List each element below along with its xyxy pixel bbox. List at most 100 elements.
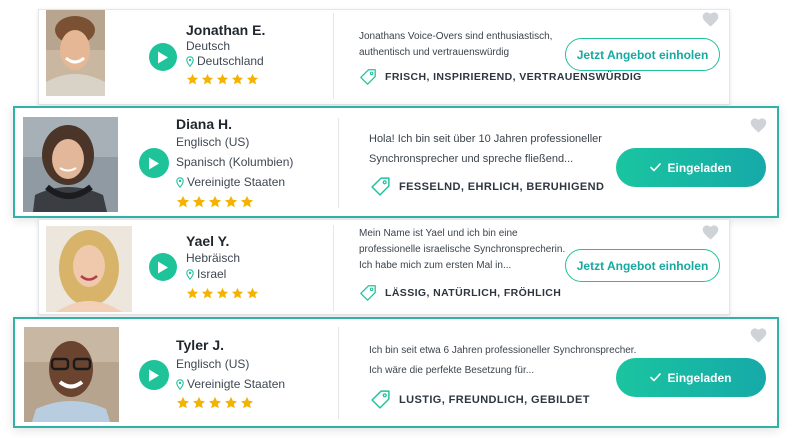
description-line: Jonathans Voice-Overs sind enthusiastisc…	[359, 31, 553, 42]
artist-language: Spanisch (Kolumbien)	[176, 155, 294, 169]
divider	[333, 225, 334, 311]
artist-name: Yael Y.	[186, 233, 230, 249]
location-pin-icon	[186, 55, 194, 67]
tag-icon	[371, 390, 390, 409]
divider	[338, 118, 339, 208]
artist-location: Israel	[186, 267, 226, 281]
location-label: Vereinigte Staaten	[187, 377, 286, 391]
invited-button[interactable]: Eingeladen	[616, 148, 766, 187]
avatar	[24, 327, 119, 422]
star-icon	[224, 195, 238, 208]
artist-description: Mein Name ist Yael und ich bin eine prof…	[359, 226, 565, 274]
star-icon	[231, 287, 244, 299]
star-icon	[186, 73, 199, 85]
artist-location: Vereinigte Staaten	[176, 377, 285, 391]
artist-language: Deutsch	[186, 39, 231, 53]
star-icon	[216, 73, 229, 85]
artist-card[interactable]: Yael Y. Hebräisch Israel Mein Name ist Y…	[38, 219, 730, 315]
request-quote-button[interactable]: Jetzt Angebot einholen	[565, 249, 720, 282]
star-icon	[208, 396, 222, 409]
description-line: Ich habe mich zum ersten Mal in...	[359, 260, 512, 271]
star-rating	[186, 73, 259, 86]
play-icon	[158, 51, 168, 63]
artist-description: Ich bin seit etwa 6 Jahren professionell…	[369, 341, 636, 381]
artist-location: Deutschland	[186, 54, 264, 68]
artist-card[interactable]: Tyler J. Englisch (US) Vereinigte Staate…	[13, 317, 779, 428]
star-icon	[201, 287, 214, 299]
location-label: Deutschland	[197, 54, 264, 68]
play-icon	[158, 261, 168, 273]
artist-card[interactable]: Jonathan E. Deutsch Deutschland Jonathan…	[38, 9, 730, 105]
favorite-button[interactable]	[750, 118, 767, 133]
artist-language: Hebräisch	[186, 251, 241, 265]
artist-name: Tyler J.	[176, 337, 224, 353]
artist-name: Diana H.	[176, 116, 233, 132]
star-icon	[176, 396, 190, 409]
description-line: Ich wäre die perfekte Besetzung für...	[369, 365, 535, 376]
star-icon	[192, 195, 206, 208]
divider	[333, 13, 334, 99]
request-quote-button[interactable]: Jetzt Angebot einholen	[565, 38, 720, 71]
artist-description: Hola! Ich bin seit über 10 Jahren profes…	[369, 129, 602, 169]
star-rating	[176, 195, 254, 209]
artist-name: Jonathan E.	[186, 22, 266, 38]
favorite-button[interactable]	[702, 225, 719, 240]
play-sample-button[interactable]	[139, 148, 169, 178]
star-icon	[176, 195, 190, 208]
artist-language: Englisch (US)	[176, 357, 250, 371]
star-icon	[192, 396, 206, 409]
play-sample-button[interactable]	[149, 43, 177, 71]
tag-icon	[360, 285, 376, 301]
star-rating	[176, 396, 254, 410]
artist-location: Vereinigte Staaten	[176, 175, 285, 189]
play-sample-button[interactable]	[139, 360, 169, 390]
play-icon	[149, 157, 159, 169]
star-rating	[186, 287, 259, 300]
tag-icon	[371, 177, 390, 196]
play-sample-button[interactable]	[149, 253, 177, 281]
favorite-button[interactable]	[750, 328, 767, 343]
invited-label: Eingeladen	[667, 370, 732, 385]
location-label: Vereinigte Staaten	[187, 175, 286, 189]
location-pin-icon	[186, 268, 194, 280]
heart-icon	[750, 328, 767, 343]
star-icon	[231, 73, 244, 85]
tags-label: LÄSSIG, NATÜRLICH, FRÖHLICH	[385, 287, 562, 299]
star-icon	[246, 287, 259, 299]
tag-icon	[360, 69, 376, 85]
location-pin-icon	[176, 176, 184, 188]
favorite-button[interactable]	[702, 12, 719, 27]
heart-icon	[750, 118, 767, 133]
avatar	[46, 10, 105, 96]
invited-button[interactable]: Eingeladen	[616, 358, 766, 397]
avatar	[23, 117, 118, 212]
description-line: authentisch und vertrauenswürdig	[359, 47, 510, 58]
star-icon	[208, 195, 222, 208]
artist-card[interactable]: Diana H. Englisch (US) Spanisch (Kolumbi…	[13, 106, 779, 218]
star-icon	[246, 73, 259, 85]
star-icon	[186, 287, 199, 299]
check-icon	[650, 373, 662, 382]
voice-tags: LUSTIG, FREUNDLICH, GEBILDET	[370, 389, 590, 410]
avatar	[46, 226, 132, 312]
divider	[338, 327, 339, 419]
tags-label: FRISCH, INSPIRIEREND, VERTRAUENSWÜRDIG	[385, 71, 642, 83]
description-line: professionelle israelische Synchronsprec…	[359, 244, 566, 255]
star-icon	[216, 287, 229, 299]
location-pin-icon	[176, 378, 184, 390]
description-line: Ich bin seit etwa 6 Jahren professionell…	[369, 345, 637, 356]
heart-icon	[702, 225, 719, 240]
description-line: Mein Name ist Yael und ich bin eine	[359, 228, 518, 239]
artist-language: Englisch (US)	[176, 135, 250, 149]
play-icon	[149, 369, 159, 381]
tags-label: LUSTIG, FREUNDLICH, GEBILDET	[399, 393, 590, 406]
heart-icon	[702, 12, 719, 27]
voice-tags: FESSELND, EHRLICH, BERUHIGEND	[370, 176, 604, 197]
description-line: Synchronsprecher und spreche fließend...	[369, 153, 574, 165]
star-icon	[240, 195, 254, 208]
tags-label: FESSELND, EHRLICH, BERUHIGEND	[399, 180, 605, 193]
artist-description: Jonathans Voice-Overs sind enthusiastisc…	[359, 29, 552, 61]
star-icon	[240, 396, 254, 409]
description-line: Hola! Ich bin seit über 10 Jahren profes…	[369, 133, 602, 145]
check-icon	[650, 163, 662, 172]
